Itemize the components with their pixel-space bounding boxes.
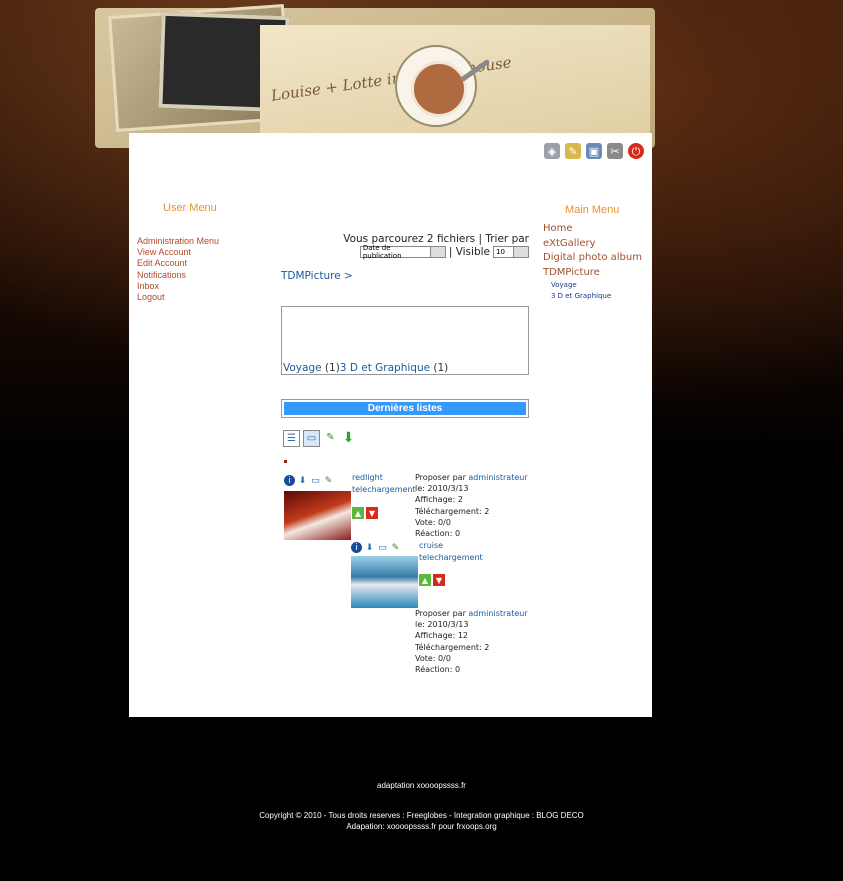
item-title-download: telechargement bbox=[352, 485, 416, 494]
user-menu-item-logout[interactable]: Logout bbox=[137, 292, 219, 303]
item-title[interactable]: cruise telechargement bbox=[419, 540, 483, 564]
item-title-name: redlight bbox=[352, 473, 383, 482]
info-icon[interactable]: i bbox=[351, 542, 362, 553]
edit-icon[interactable]: ✎ bbox=[390, 542, 401, 553]
item-meta: Proposer par administrateur le: 2010/3/1… bbox=[415, 472, 528, 539]
item-proposed-by: Proposer par administrateur bbox=[415, 608, 528, 619]
user-menu: Administration Menu View Account Edit Ac… bbox=[137, 236, 219, 303]
category-count: (1) bbox=[433, 362, 449, 374]
download-arrow-icon[interactable]: ⬇ bbox=[341, 430, 356, 446]
screen-view-icon[interactable]: ▭ bbox=[303, 430, 320, 447]
item-downloads: Téléchargement: 2 bbox=[415, 506, 490, 516]
list-view-icon[interactable]: ☰ bbox=[283, 430, 300, 447]
item-downloads: Téléchargement: 2 bbox=[415, 642, 490, 652]
item-meta: Proposer par administrateur le: 2010/3/1… bbox=[415, 608, 528, 675]
item-author-link[interactable]: administrateur bbox=[468, 609, 527, 618]
power-icon[interactable]: ⏻ bbox=[628, 143, 644, 159]
item-actions: i ⬇ ▭ ✎ bbox=[284, 475, 334, 486]
item-title-name: cruise bbox=[419, 541, 444, 550]
item-date: le: 2010/3/13 bbox=[415, 484, 469, 494]
breadcrumb: TDMPicture > bbox=[281, 270, 353, 282]
item-views: Affichage: 12 bbox=[415, 631, 468, 641]
rating-buttons: ▲ ▼ bbox=[419, 574, 445, 586]
thumbs-up-icon[interactable]: ▲ bbox=[352, 507, 364, 519]
footer-copyright: Copyright © 2010 - Tous droits reserves … bbox=[259, 811, 584, 820]
main-menu-item-tdmpicture[interactable]: TDMPicture bbox=[543, 266, 642, 281]
latest-listings-title: Dernières listes bbox=[284, 402, 526, 415]
user-menu-item-inbox[interactable]: Inbox bbox=[137, 281, 219, 292]
item-vote: Vote: 0/0 bbox=[415, 517, 451, 527]
screen-icon[interactable]: ▭ bbox=[377, 542, 388, 553]
item-proposed-label: Proposer par bbox=[415, 473, 466, 482]
user-menu-item-administration[interactable]: Administration Menu bbox=[137, 236, 219, 247]
category-box: Voyage (1)3 D et Graphique (1) bbox=[281, 306, 529, 375]
item-title[interactable]: redlight telechargement bbox=[352, 472, 416, 496]
edit-file-icon[interactable]: ✎ bbox=[323, 430, 338, 445]
list-bullet bbox=[284, 460, 287, 463]
item-reactions: Réaction: 0 bbox=[415, 665, 461, 675]
main-menu: Home eXtGallery Digital photo album TDMP… bbox=[543, 222, 642, 302]
user-menu-item-view-account[interactable]: View Account bbox=[137, 247, 219, 258]
info-icon[interactable]: i bbox=[284, 475, 295, 486]
category-list: Voyage (1)3 D et Graphique (1) bbox=[283, 362, 448, 374]
item-proposed-by: Proposer par administrateur bbox=[415, 472, 528, 483]
item-date: le: 2010/3/13 bbox=[415, 620, 469, 630]
dropdown-arrow-icon bbox=[513, 247, 528, 257]
tools-icon[interactable]: ✂ bbox=[607, 143, 623, 159]
sort-select-value: Date de publication bbox=[362, 244, 402, 260]
item-vote: Vote: 0/0 bbox=[415, 653, 451, 663]
breadcrumb-link-tdmpicture[interactable]: TDMPicture bbox=[281, 270, 341, 282]
photo-icon[interactable]: ▣ bbox=[586, 143, 602, 159]
rating-buttons: ▲ ▼ bbox=[352, 507, 378, 519]
item-thumbnail-redlight[interactable] bbox=[284, 491, 351, 540]
sort-select[interactable]: Date de publication bbox=[359, 244, 446, 260]
item-author-link[interactable]: administrateur bbox=[468, 473, 527, 482]
item-views: Affichage: 2 bbox=[415, 495, 463, 505]
item-thumbnail-cruise[interactable] bbox=[351, 556, 418, 608]
user-menu-item-notifications[interactable]: Notifications bbox=[137, 270, 219, 281]
screen-icon[interactable]: ▭ bbox=[310, 475, 321, 486]
notepad-icon[interactable]: ✎ bbox=[565, 143, 581, 159]
dropdown-arrow-icon bbox=[429, 247, 445, 257]
item-proposed-label: Proposer par bbox=[415, 609, 466, 618]
download-icon[interactable]: ⬇ bbox=[364, 542, 375, 553]
cart-icon[interactable]: ◈ bbox=[544, 143, 560, 159]
item-actions: i ⬇ ▭ ✎ bbox=[351, 542, 401, 553]
main-menu-title: Main Menu bbox=[565, 204, 620, 216]
edit-icon[interactable]: ✎ bbox=[323, 475, 334, 486]
visible-label: | Visible bbox=[448, 246, 490, 258]
main-menu-item-home[interactable]: Home bbox=[543, 222, 642, 237]
footer-credits: Adapation: xoooopssss.fr pour frxoops.or… bbox=[346, 822, 497, 831]
main-page: ◈ ✎ ▣ ✂ ⏻ User Menu Administration Menu … bbox=[129, 133, 652, 717]
main-menu-item-extgallery[interactable]: eXtGallery bbox=[543, 237, 642, 252]
latest-listings-header: Dernières listes bbox=[281, 399, 529, 418]
category-count: (1) bbox=[324, 362, 340, 374]
visible-select[interactable]: 10 bbox=[493, 246, 529, 258]
visible-select-value: 10 bbox=[496, 248, 505, 256]
main-menu-subitem-3d-graphique[interactable]: 3 D et Graphique bbox=[543, 291, 642, 302]
item-reactions: Réaction: 0 bbox=[415, 529, 461, 539]
footer-adaptation: adaptation xoooopssss.fr bbox=[377, 781, 466, 790]
coffee-cup-icon bbox=[395, 45, 477, 127]
category-link-voyage[interactable]: Voyage bbox=[283, 362, 322, 374]
thumbs-down-icon[interactable]: ▼ bbox=[433, 574, 445, 586]
top-toolbar: ◈ ✎ ▣ ✂ ⏻ bbox=[544, 143, 644, 159]
view-toolbar: ☰ ▭ ✎ ⬇ bbox=[283, 430, 356, 447]
breadcrumb-separator: > bbox=[344, 270, 353, 282]
item-title-download: telechargement bbox=[419, 553, 483, 562]
thumbs-up-icon[interactable]: ▲ bbox=[419, 574, 431, 586]
thumbs-down-icon[interactable]: ▼ bbox=[366, 507, 378, 519]
category-link-3d-graphique[interactable]: 3 D et Graphique bbox=[340, 362, 430, 374]
user-menu-item-edit-account[interactable]: Edit Account bbox=[137, 258, 219, 269]
main-menu-item-digital-photo-album[interactable]: Digital photo album bbox=[543, 251, 642, 266]
download-icon[interactable]: ⬇ bbox=[297, 475, 308, 486]
main-menu-subitem-voyage[interactable]: Voyage bbox=[543, 280, 642, 291]
user-menu-title: User Menu bbox=[163, 202, 217, 214]
sort-row: Date de publication | Visible 10 bbox=[359, 244, 529, 260]
